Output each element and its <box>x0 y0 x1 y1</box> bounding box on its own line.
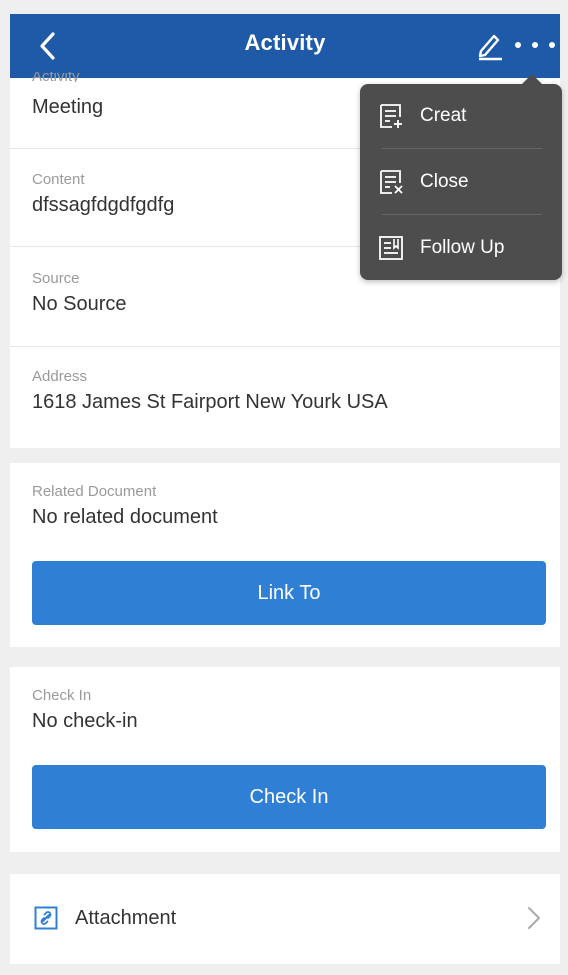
check-in-value: No check-in <box>32 710 138 732</box>
address-label: Address <box>32 368 88 385</box>
app: Activity Activity Meeting Content dfssag… <box>0 0 568 975</box>
pencil-icon <box>478 34 502 61</box>
dot-icon <box>515 42 521 48</box>
source-field: Source No Source <box>10 270 127 316</box>
address-field: Address 1618 James St Fairport New Yourk… <box>10 368 388 414</box>
more-options-button[interactable] <box>515 28 555 62</box>
attachment-row[interactable]: Attachment <box>10 874 560 964</box>
source-value: No Source <box>32 293 127 315</box>
follow-up-icon <box>379 236 403 260</box>
menu-item-label: Close <box>420 171 469 192</box>
related-document-field: Related Document No related document <box>10 483 218 529</box>
dot-icon <box>549 42 555 48</box>
close-doc-icon <box>380 170 403 194</box>
divider <box>10 346 560 347</box>
edit-button[interactable] <box>474 28 506 62</box>
attachment-link-icon <box>34 906 58 930</box>
content-value: dfssagfdgdfgdfg <box>32 194 175 216</box>
menu-item-follow-up[interactable]: Follow Up <box>360 216 562 280</box>
content-label: Content <box>32 171 85 188</box>
more-options-menu: Creat Close Follow Up <box>360 74 562 280</box>
address-value: 1618 James St Fairport New Yourk USA <box>32 391 388 413</box>
create-doc-icon <box>380 104 402 128</box>
attachment-label: Attachment <box>75 907 177 929</box>
check-in-field: Check In No check-in <box>10 687 138 733</box>
check-in-label: Check In <box>32 687 92 704</box>
related-document-value: No related document <box>32 506 218 528</box>
dot-icon <box>532 42 538 48</box>
content-field: Content dfssagfdgdfgdfg <box>10 171 174 217</box>
activity-label: Activity <box>32 72 80 82</box>
source-label: Source <box>32 270 80 287</box>
activity-value: Meeting <box>32 96 104 118</box>
chevron-right-icon <box>528 907 540 929</box>
menu-item-label: Follow Up <box>420 237 505 258</box>
check-in-button[interactable]: Check In <box>32 765 546 829</box>
menu-item-close[interactable]: Close <box>360 150 562 214</box>
menu-divider <box>382 148 542 149</box>
menu-item-create[interactable]: Creat <box>360 84 562 148</box>
menu-item-label: Creat <box>420 105 467 126</box>
activity-field: Activity Meeting <box>10 72 103 119</box>
menu-divider <box>382 214 542 215</box>
related-document-section: Related Document No related document Lin… <box>10 463 560 647</box>
top-nav-bar: Activity <box>10 14 560 78</box>
link-to-button[interactable]: Link To <box>32 561 546 625</box>
check-in-section: Check In No check-in Check In <box>10 667 560 852</box>
related-document-label: Related Document <box>32 483 157 500</box>
